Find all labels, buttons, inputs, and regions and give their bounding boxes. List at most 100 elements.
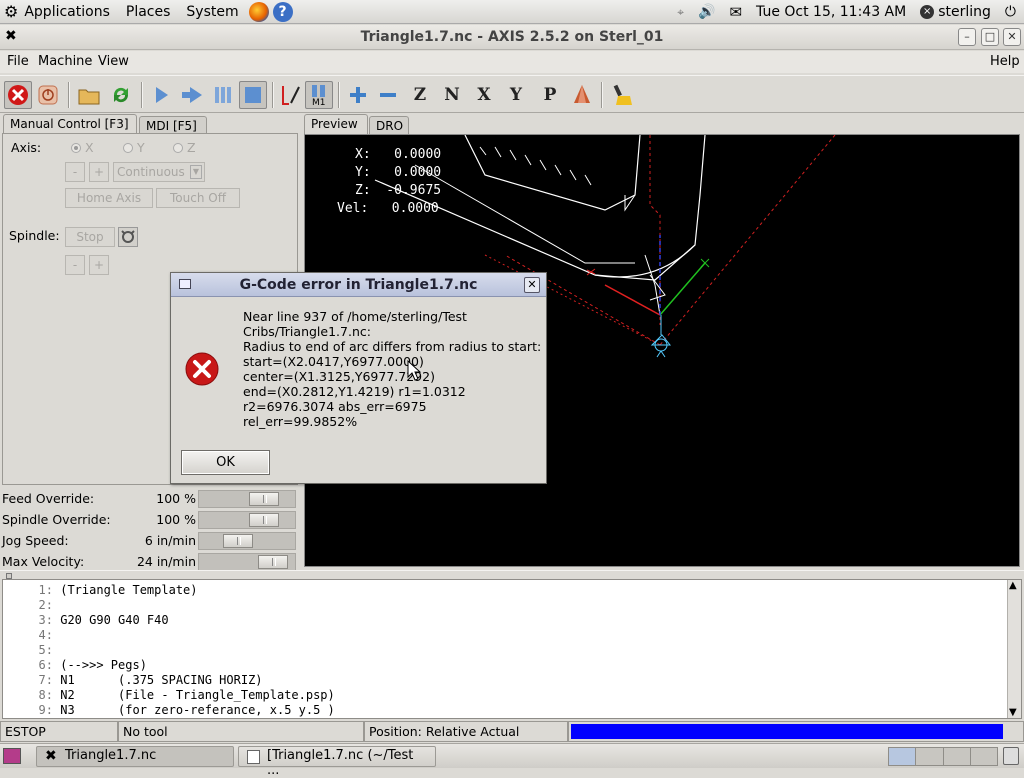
spindle-override-thumb[interactable] [249, 513, 279, 527]
help-icon[interactable]: ? [272, 1, 293, 22]
block-delete-button[interactable] [277, 81, 305, 109]
jog-speed-slider[interactable] [198, 532, 296, 550]
user-menu[interactable]: × sterling [920, 4, 991, 20]
max-velocity-thumb[interactable] [258, 555, 288, 569]
feed-override-thumb[interactable] [249, 492, 279, 506]
places-menu[interactable]: Places [126, 4, 171, 20]
dialog-close-icon[interactable]: ✕ [524, 277, 540, 293]
close-button[interactable]: ✕ [1003, 28, 1021, 46]
zoom-out-button[interactable] [374, 81, 402, 109]
axis-radio-z[interactable]: Z [173, 140, 196, 155]
gcode-line[interactable]: 4: [3, 628, 60, 642]
mouse-cursor-icon [407, 360, 421, 381]
taskbar-item-editor[interactable]: [Triangle1.7.nc (~/Test ... [238, 746, 436, 778]
view-y-button[interactable]: Y [502, 81, 530, 109]
menu-file[interactable]: File [7, 54, 29, 69]
pause-button[interactable] [209, 81, 237, 109]
gcode-line[interactable]: 3: G20 G90 G40 F40 [3, 613, 169, 627]
zoom-in-button[interactable] [344, 81, 372, 109]
view-z-icon: Z [413, 85, 427, 105]
gcode-line[interactable]: 5: [3, 643, 60, 657]
toggle-tool-button[interactable] [568, 81, 596, 109]
machine-power-button[interactable] [34, 81, 62, 109]
show-desktop-icon[interactable] [3, 748, 21, 764]
network-icon[interactable]: ⌖ [677, 5, 684, 20]
home-axis-button[interactable]: Home Axis [65, 188, 153, 208]
stop-icon [245, 87, 261, 103]
tab-preview[interactable]: Preview [304, 114, 368, 134]
volume-icon[interactable]: 🔊 [698, 4, 715, 20]
jog-speed-value: 6 in/min [144, 533, 196, 548]
gcode-listing[interactable]: 1: (Triangle Template) 2: 3: G20 G90 G40 … [2, 579, 1022, 719]
workspace-4[interactable] [970, 748, 997, 765]
workspace-1[interactable] [889, 748, 917, 765]
scroll-down-icon[interactable]: ▼ [1009, 707, 1017, 718]
open-file-button[interactable] [75, 81, 103, 109]
taskbar-item-axis[interactable]: ✖ Triangle1.7.nc [36, 746, 234, 767]
view-z2-button[interactable]: N [438, 81, 466, 109]
view-x-button[interactable]: X [470, 81, 498, 109]
menu-view[interactable]: View [98, 54, 129, 69]
axis-radio-x[interactable]: X [71, 140, 94, 155]
touch-off-button[interactable]: Touch Off [156, 188, 240, 208]
view-z-button[interactable]: Z [406, 81, 434, 109]
gnome-foot-icon[interactable]: ⚙ [4, 2, 18, 21]
optional-stop-button[interactable]: M1 [305, 81, 333, 109]
workspace-3[interactable] [943, 748, 971, 765]
spindle-plus-button[interactable]: + [89, 255, 109, 275]
tab-dro[interactable]: DRO [369, 116, 409, 136]
system-menu[interactable]: System [186, 4, 238, 20]
jog-speed-thumb[interactable] [223, 534, 253, 548]
menu-help[interactable]: Help [990, 54, 1020, 69]
maximize-button[interactable]: □ [981, 28, 999, 46]
max-velocity-slider[interactable] [198, 553, 296, 571]
gcode-line[interactable]: 6: (-->>> Pegs) [3, 658, 147, 672]
estop-button[interactable] [4, 81, 32, 109]
gcode-line[interactable]: 8: N2 (File - Triangle_Template.psp) [3, 688, 335, 702]
jog-plus-button[interactable]: + [89, 162, 109, 182]
reload-button[interactable] [107, 81, 135, 109]
view-x-icon: X [477, 85, 491, 105]
step-button[interactable] [178, 81, 206, 109]
power-toggle-icon [38, 85, 58, 105]
axis-radio-y[interactable]: Y [123, 140, 145, 155]
error-icon [185, 352, 219, 386]
view-p-button[interactable]: P [536, 81, 564, 109]
firefox-icon[interactable] [248, 1, 269, 22]
workspace-switcher[interactable] [888, 747, 998, 766]
spindle-override-slider[interactable] [198, 511, 296, 529]
jog-minus-button[interactable]: - [65, 162, 85, 182]
clock[interactable]: Tue Oct 15, 11:43 AM [756, 4, 906, 20]
run-button[interactable] [147, 81, 175, 109]
ok-button[interactable]: OK [181, 450, 270, 475]
tab-manual-control[interactable]: Manual Control [F3] [3, 114, 137, 134]
feed-override-slider[interactable] [198, 490, 296, 508]
mail-icon[interactable]: ✉ [729, 3, 742, 21]
power-icon[interactable]: ⏻ [1005, 4, 1016, 20]
gcode-line-number: 3: [38, 613, 53, 627]
spindle-brake-button[interactable] [118, 227, 138, 247]
dialog-titlebar[interactable]: G-Code error in Triangle1.7.nc ✕ [171, 273, 546, 297]
workspace-2[interactable] [916, 748, 944, 765]
gcode-line[interactable]: 1: (Triangle Template) [3, 583, 198, 597]
dro-y: Y: 0.0000 [355, 165, 442, 180]
trash-icon[interactable] [1003, 747, 1019, 765]
spindle-minus-button[interactable]: - [65, 255, 85, 275]
gcode-line-number: 9: [38, 703, 53, 717]
menu-machine[interactable]: Machine [38, 54, 92, 69]
gcode-line[interactable]: 9: N3 (for zero-referance, x.5 y.5 ) [3, 703, 335, 717]
gcode-line-text [53, 628, 60, 642]
dro-vel: Vel: 0.0000 [337, 201, 439, 216]
window-titlebar[interactable]: ✖ Triangle1.7.nc - AXIS 2.5.2 on Sterl_0… [0, 25, 1024, 50]
scroll-up-icon[interactable]: ▲ [1009, 580, 1017, 591]
minimize-button[interactable]: – [958, 28, 976, 46]
gcode-line[interactable]: 7: N1 (.375 SPACING HORIZ) [3, 673, 263, 687]
stop-button[interactable] [239, 81, 267, 109]
clear-live-plot-button[interactable] [609, 81, 637, 109]
jog-mode-select[interactable]: Continuous ▼ [113, 162, 205, 182]
applications-menu[interactable]: Applications [24, 4, 110, 20]
pane-separator[interactable] [0, 570, 1024, 579]
spindle-stop-button[interactable]: Stop [65, 227, 115, 247]
gcode-scrollbar[interactable]: ▲ ▼ [1007, 580, 1021, 718]
gcode-line[interactable]: 2: [3, 598, 60, 612]
